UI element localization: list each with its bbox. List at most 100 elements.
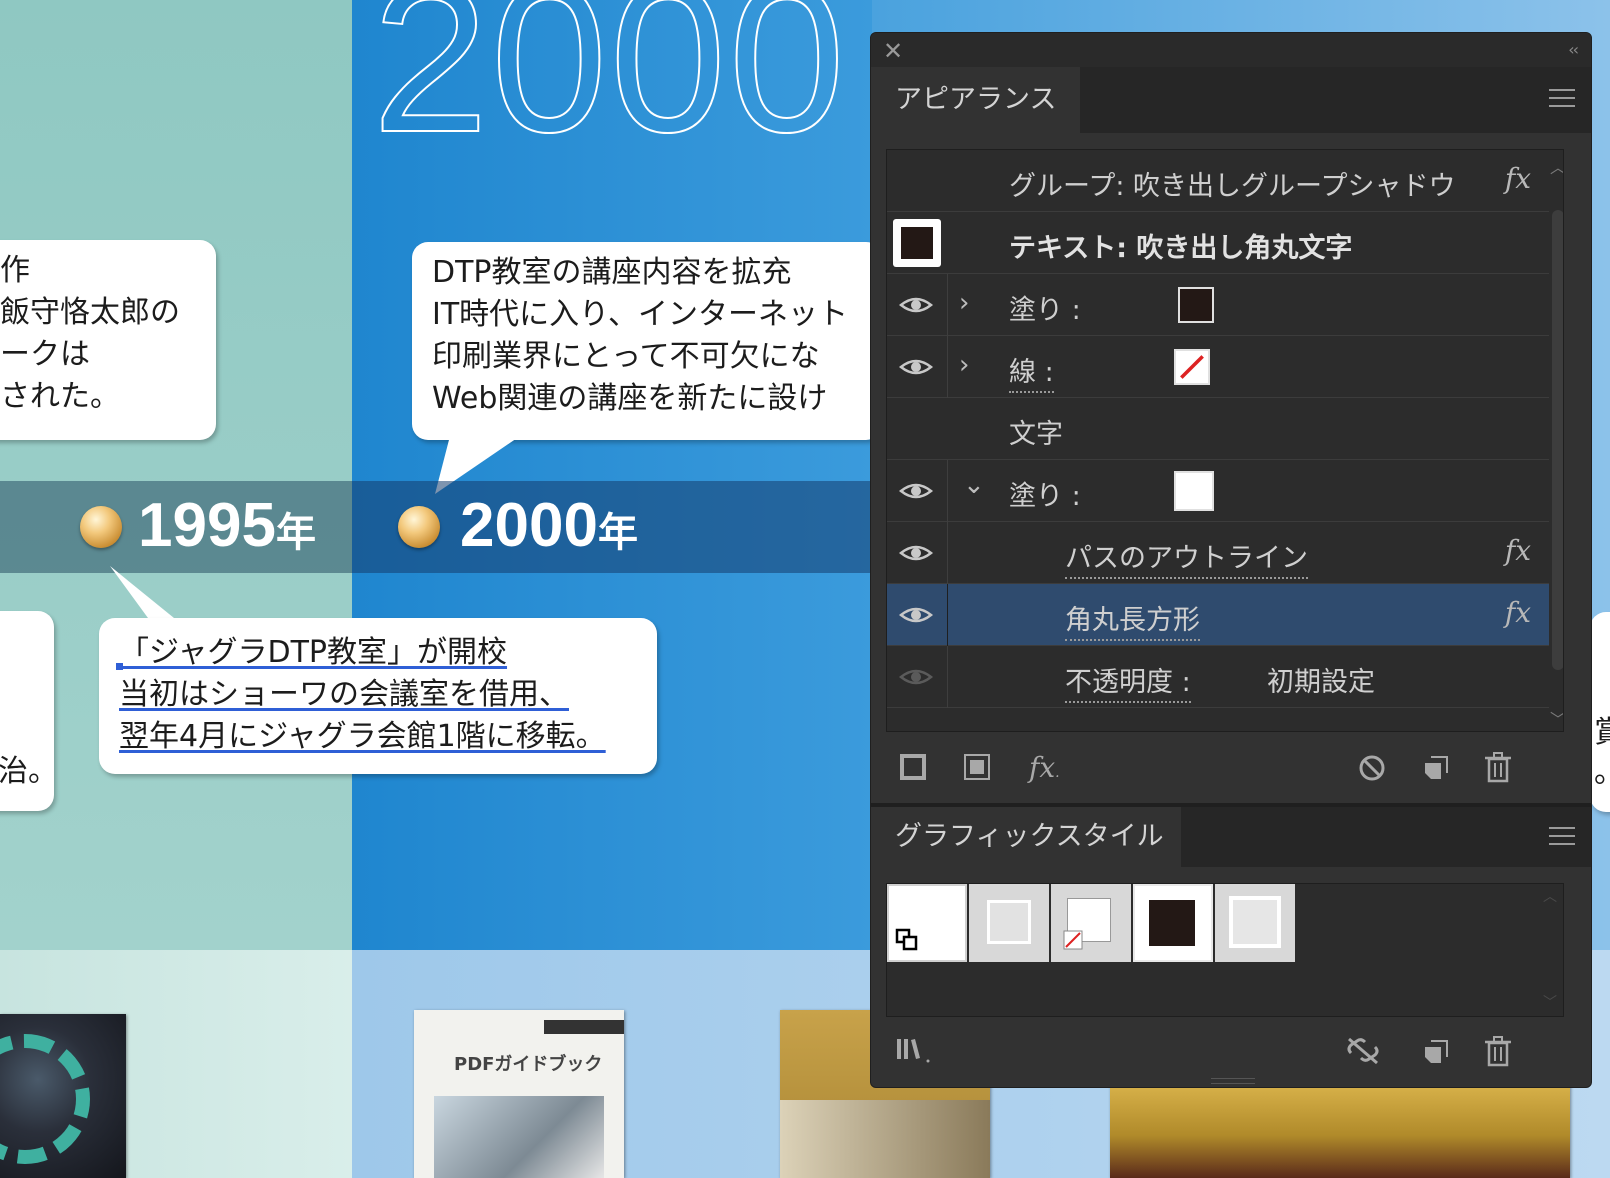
add-new-fill-icon[interactable] xyxy=(963,753,991,781)
appearance-row-effect-rounded-rect[interactable]: 角丸長方形 fx xyxy=(887,584,1549,646)
appearance-row-fill-expanded[interactable]: ⌄ 塗り : xyxy=(887,460,1549,522)
graphic-style-default[interactable] xyxy=(887,884,967,962)
graphic-style-gray-frame[interactable] xyxy=(969,884,1049,962)
clear-appearance-icon[interactable] xyxy=(1357,753,1387,783)
graphic-style-black-box[interactable] xyxy=(1133,884,1213,962)
year-suffix: 年 xyxy=(597,511,638,555)
artboard-column-1995 xyxy=(0,0,352,950)
row-divider xyxy=(947,336,948,398)
appearance-row-fill[interactable]: › 塗り : xyxy=(887,274,1549,336)
effect-rounded-rect-label[interactable]: 角丸長方形 xyxy=(1065,598,1200,641)
bubble-line: 。 xyxy=(1594,752,1610,794)
trash-icon[interactable] xyxy=(1483,1035,1513,1067)
speech-bubble-top-left[interactable]: 作 飯守恪太郎の ークは された。 xyxy=(0,240,216,440)
graphic-styles-toolbar xyxy=(871,1025,1591,1079)
graphic-styles-tab-row: グラフィックスタイル xyxy=(871,803,1591,867)
opacity-label[interactable]: 不透明度 : xyxy=(1065,660,1191,703)
appearance-row-stroke[interactable]: › 線 : xyxy=(887,336,1549,398)
row-divider xyxy=(947,460,948,522)
appearance-row-opacity[interactable]: 不透明度 : 初期設定 xyxy=(887,646,1549,708)
year-number: 1995 xyxy=(138,491,276,560)
bubble-line: 印刷業界にとって不可欠にな xyxy=(432,339,820,374)
book-title: PDFガイドブック xyxy=(454,1054,603,1075)
stroke-label[interactable]: 線 : xyxy=(1009,350,1054,393)
stroke-swatch-none[interactable] xyxy=(1174,349,1210,385)
panel-resize-grip[interactable] xyxy=(1211,1078,1255,1084)
bubble-line-selected: 「ジャグラDTP教室」が開校 xyxy=(119,635,508,670)
add-effect-fx-icon[interactable]: fx. xyxy=(1029,751,1060,784)
duplicate-item-icon[interactable] xyxy=(1421,753,1451,783)
chevron-right-icon[interactable]: › xyxy=(959,350,969,380)
panel-menu-icon[interactable] xyxy=(1549,89,1575,113)
fill-swatch-black[interactable] xyxy=(1178,287,1214,323)
text-thumbnail-icon xyxy=(893,219,941,267)
fx-icon[interactable]: fx xyxy=(1505,596,1531,629)
scroll-down-icon[interactable]: ﹀ xyxy=(1550,706,1563,730)
bubble-line: 作 xyxy=(0,253,30,288)
timeline-dot-2000 xyxy=(398,506,440,548)
bubble-line-selected: 翌年4月にジャグラ会館1階に移転。 xyxy=(119,719,606,754)
appearance-scrollbar[interactable]: ︿ ﹀ xyxy=(1550,150,1563,731)
book-art xyxy=(434,1096,604,1178)
text-cursor-marker xyxy=(116,663,123,670)
visibility-eye-icon[interactable] xyxy=(899,355,933,379)
book-header-bar xyxy=(544,1020,624,1034)
cd-image xyxy=(0,1014,126,1178)
row-divider xyxy=(947,646,948,708)
group-label: グループ: 吹き出しグループシャドウ xyxy=(1009,171,1456,202)
speech-bubble-bottom-left[interactable]: 治。 xyxy=(0,611,58,811)
bubble-line: 治。 xyxy=(0,754,58,789)
appearance-row-effect-outline[interactable]: パスのアウトライン fx xyxy=(887,522,1549,584)
bubble-line: 飯守恪太郎の xyxy=(0,295,180,330)
appearance-row-text-object[interactable]: テキスト: 吹き出し角丸文字 xyxy=(887,212,1549,274)
chevron-down-icon[interactable]: ⌄ xyxy=(963,470,985,500)
speech-bubble-2000[interactable]: DTP教室の講座内容を拡充 IT時代に入り、インターネット 印刷業界にとって不可… xyxy=(412,242,882,440)
visibility-eye-icon[interactable] xyxy=(899,603,933,627)
book-cover-pdf-guide: PDFガイドブック xyxy=(414,1010,624,1178)
panel-title-bar[interactable]: ✕ ‹‹ xyxy=(871,33,1591,67)
bubble-line: IT時代に入り、インターネット xyxy=(432,297,848,332)
fx-icon[interactable]: fx xyxy=(1505,162,1531,195)
add-new-stroke-icon[interactable] xyxy=(899,753,927,781)
row-divider xyxy=(947,584,948,646)
characters-label: 文字 xyxy=(1009,419,1063,450)
year-number: 2000 xyxy=(460,491,598,560)
visibility-eye-icon-dimmed[interactable] xyxy=(899,665,933,689)
year-suffix: 年 xyxy=(275,511,316,555)
break-link-icon[interactable] xyxy=(1345,1035,1381,1065)
new-graphic-style-icon[interactable] xyxy=(1421,1037,1451,1067)
fx-icon[interactable]: fx xyxy=(1505,534,1531,567)
panel-menu-icon[interactable] xyxy=(1549,827,1575,851)
visibility-eye-icon[interactable] xyxy=(899,479,933,503)
row-divider xyxy=(947,522,948,584)
chevron-right-icon[interactable]: › xyxy=(959,288,969,318)
graphic-style-libraries-icon[interactable] xyxy=(895,1035,935,1065)
scroll-thumb[interactable] xyxy=(1552,210,1563,670)
close-icon[interactable]: ✕ xyxy=(883,37,903,65)
text-object-label: テキスト: 吹き出し角丸文字 xyxy=(1009,233,1353,264)
speech-bubble-right-edge[interactable]: 賞 。 xyxy=(1590,612,1610,812)
scroll-down-icon[interactable]: ﹀ xyxy=(1543,992,1557,1012)
visibility-eye-icon[interactable] xyxy=(899,293,933,317)
effect-outline-label[interactable]: パスのアウトライン xyxy=(1065,536,1308,579)
graphic-style-white-frame[interactable] xyxy=(1215,884,1295,962)
appearance-tab-row: アピアランス xyxy=(871,67,1591,133)
opacity-value: 初期設定 xyxy=(1267,667,1375,698)
bubble-tail-1995 xyxy=(110,566,174,618)
fill-swatch-white[interactable] xyxy=(1174,471,1214,511)
appearance-row-group[interactable]: グループ: 吹き出しグループシャドウ fx xyxy=(887,150,1549,212)
none-stroke-icon xyxy=(1063,930,1083,950)
visibility-eye-icon[interactable] xyxy=(899,541,933,565)
default-style-icon xyxy=(895,928,918,951)
appearance-row-characters[interactable]: 文字 xyxy=(887,398,1549,460)
speech-bubble-1995[interactable]: 「ジャグラDTP教室」が開校 当初はショーワの会議室を借用、 翌年4月にジャグラ… xyxy=(99,618,657,774)
tab-graphic-styles[interactable]: グラフィックスタイル xyxy=(871,807,1181,867)
scroll-up-icon[interactable]: ︿ xyxy=(1543,886,1557,906)
tab-appearance[interactable]: アピアランス xyxy=(871,67,1080,133)
scroll-up-icon[interactable]: ︿ xyxy=(1550,154,1563,178)
graphic-style-none-stroke[interactable] xyxy=(1051,884,1131,962)
collapse-panel-icon[interactable]: ‹‹ xyxy=(1568,40,1579,59)
trash-icon[interactable] xyxy=(1483,751,1513,783)
timeline-year-2000: 2000年 xyxy=(460,490,638,561)
appearance-panel: ✕ ‹‹ アピアランス グループ: 吹き出しグループシャドウ fx テキスト: … xyxy=(870,32,1592,1088)
